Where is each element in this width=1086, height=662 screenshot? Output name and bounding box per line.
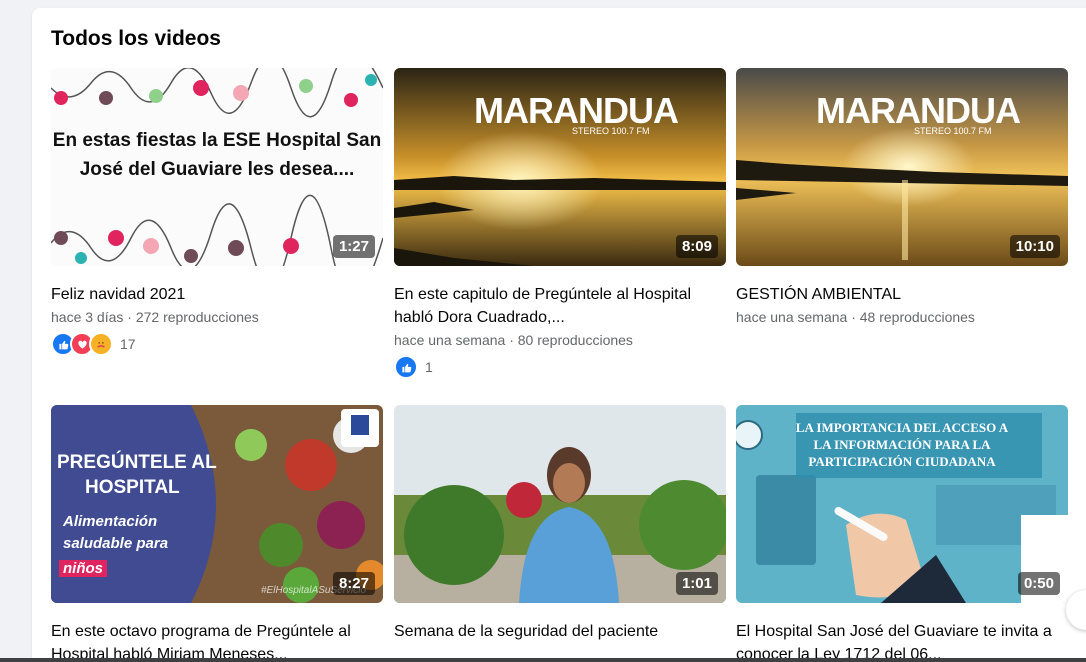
program-title-line1: PREGÚNTELE AL <box>57 452 217 473</box>
video-title[interactable]: En este capitulo de Pregúntele al Hospit… <box>394 283 726 329</box>
video-duration: 1:01 <box>675 572 718 595</box>
topic-line3: niños <box>59 560 107 577</box>
video-thumbnail[interactable]: LA IMPORTANCIA DEL ACCESO A LA INFORMACI… <box>736 405 1068 603</box>
video-title[interactable]: El Hospital San José del Guaviare te inv… <box>736 620 1068 662</box>
reaction-count: 17 <box>120 336 136 352</box>
thumbnail-text: En estas fiestas la ESE Hospital San Jos… <box>52 130 382 180</box>
video-duration: 0:50 <box>1017 572 1060 595</box>
video-card[interactable]: PREGÚNTELE AL HOSPITAL Alimentación salu… <box>51 405 383 662</box>
thumbnail-heading-line3: PARTICIPACIÓN CIUDADANA <box>808 454 996 469</box>
video-card[interactable]: 1:01 Semana de la seguridad del paciente <box>394 405 726 643</box>
video-thumbnail[interactable]: PREGÚNTELE AL HOSPITAL Alimentación salu… <box>51 405 383 603</box>
care-icon <box>89 332 113 356</box>
thumbnail-heading: LA IMPORTANCIA DEL ACCESO A LA INFORMACI… <box>736 419 1068 470</box>
video-card[interactable]: MARANDUA STEREO 100.7 FM 8:09 En este ca… <box>394 68 726 379</box>
reactions[interactable]: 1 <box>394 355 726 379</box>
video-thumbnail[interactable]: MARANDUA STEREO 100.7 FM 8:09 <box>394 68 726 266</box>
video-meta: hace 3 días · 272 reproducciones <box>51 309 259 325</box>
video-card[interactable]: LA IMPORTANCIA DEL ACCESO A LA INFORMACI… <box>736 405 1068 662</box>
videos-section: Todos los videos En estas fiestas la ESE… <box>32 8 1086 662</box>
thumbnail-heading-line1: LA IMPORTANCIA DEL ACCESO A <box>795 420 1009 435</box>
video-duration: 8:27 <box>332 572 375 595</box>
topic-line2: saludable para <box>63 535 169 552</box>
video-meta: hace una semana · 48 reproducciones <box>736 309 975 325</box>
thumbnail-heading-line2: LA INFORMACIÓN PARA LA <box>813 437 991 452</box>
video-card[interactable]: MARANDUA STEREO 100.7 FM 10:10 GESTIÓN A… <box>736 68 1068 325</box>
video-thumbnail[interactable]: 1:01 <box>394 405 726 603</box>
video-title[interactable]: GESTIÓN AMBIENTAL <box>736 283 1068 306</box>
video-meta: hace una semana · 80 reproducciones <box>394 332 633 348</box>
topic-line1: Alimentación <box>63 513 158 530</box>
reactions[interactable]: 17 <box>51 332 383 356</box>
video-card[interactable]: En estas fiestas la ESE Hospital San Jos… <box>51 68 383 356</box>
video-title[interactable]: En este octavo programa de Pregúntele al… <box>51 620 383 662</box>
bottom-bar <box>0 658 1086 662</box>
program-title-line2: HOSPITAL <box>85 477 180 498</box>
like-icon <box>394 355 418 379</box>
video-thumbnail[interactable]: En estas fiestas la ESE Hospital San Jos… <box>51 68 383 266</box>
marandua-subtitle: STEREO 100.7 FM <box>914 126 992 136</box>
marandua-subtitle: STEREO 100.7 FM <box>572 126 650 136</box>
video-title[interactable]: Semana de la seguridad del paciente <box>394 620 726 643</box>
video-thumbnail[interactable]: MARANDUA STEREO 100.7 FM 10:10 <box>736 68 1068 266</box>
reaction-count: 1 <box>425 359 433 375</box>
video-title[interactable]: Feliz navidad 2021 <box>51 283 383 306</box>
video-duration: 10:10 <box>1009 235 1060 258</box>
video-duration: 1:27 <box>332 235 375 258</box>
video-duration: 8:09 <box>675 235 718 258</box>
section-title: Todos los videos <box>51 27 221 50</box>
scroll-next-button[interactable] <box>1066 590 1086 630</box>
